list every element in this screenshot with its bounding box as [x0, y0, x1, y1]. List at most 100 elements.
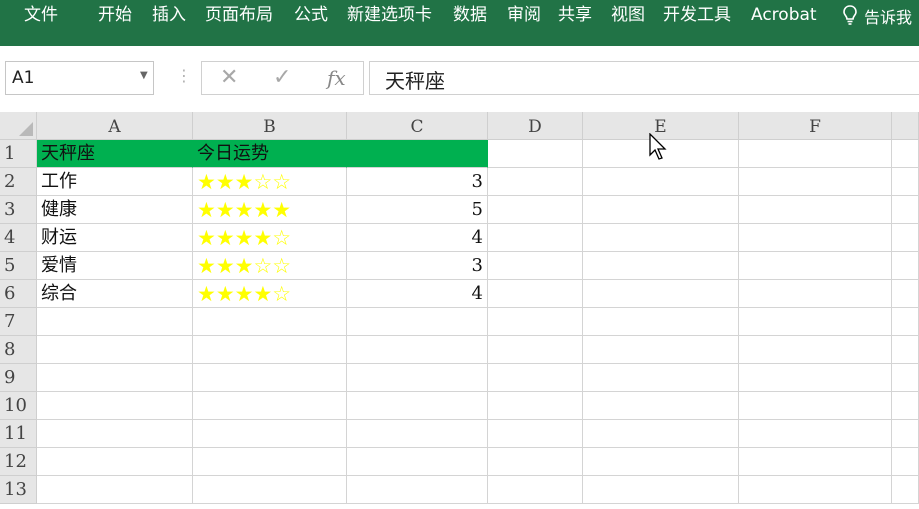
grid-cell[interactable] [892, 196, 919, 224]
grid-cell[interactable] [488, 308, 583, 336]
tab-view[interactable]: 视图 [611, 4, 645, 26]
grid-cell[interactable] [193, 392, 347, 420]
grid-cell[interactable] [37, 420, 193, 448]
grid-cell[interactable] [892, 252, 919, 280]
grid-cell[interactable] [892, 280, 919, 308]
grid-cell[interactable] [739, 476, 892, 504]
grid-cell[interactable] [739, 336, 892, 364]
grid-cell[interactable] [347, 420, 488, 448]
grid-cell[interactable] [37, 308, 193, 336]
grid-cell[interactable] [488, 476, 583, 504]
grid-cell[interactable] [739, 308, 892, 336]
grid-cell[interactable] [583, 280, 739, 308]
grid-cell[interactable] [892, 420, 919, 448]
grid-cell[interactable] [583, 420, 739, 448]
grid-cell[interactable] [583, 476, 739, 504]
cell-b3-stars[interactable]: ★★★★★ [193, 196, 347, 224]
cell-c6[interactable]: 4 [347, 280, 488, 308]
column-header-b[interactable]: B [193, 112, 347, 140]
grid-cell[interactable] [347, 140, 488, 168]
grid-cell[interactable] [892, 308, 919, 336]
tab-insert[interactable]: 插入 [152, 4, 186, 26]
grid-cell[interactable] [583, 448, 739, 476]
grid-cell[interactable] [892, 448, 919, 476]
cell-a5[interactable]: 爱情 [37, 252, 193, 280]
grid-cell[interactable] [37, 364, 193, 392]
tab-review[interactable]: 审阅 [507, 4, 541, 26]
grid-cell[interactable] [892, 140, 919, 168]
grid-cell[interactable] [193, 364, 347, 392]
grid-cell[interactable] [488, 392, 583, 420]
grid-cell[interactable] [583, 364, 739, 392]
grid-cell[interactable] [739, 140, 892, 168]
cancel-icon[interactable]: ✕ [220, 65, 238, 90]
grid-cell[interactable] [488, 140, 583, 168]
grid-cell[interactable] [488, 196, 583, 224]
row-header-7[interactable]: 7 [0, 308, 37, 336]
lightbulb-icon[interactable] [842, 4, 858, 26]
grid-cell[interactable] [347, 336, 488, 364]
cell-b6-stars[interactable]: ★★★★☆ [193, 280, 347, 308]
grid-cell[interactable] [739, 252, 892, 280]
cell-b2-stars[interactable]: ★★★☆☆ [193, 168, 347, 196]
grid-cell[interactable] [488, 224, 583, 252]
grid-cell[interactable] [583, 168, 739, 196]
grid-cell[interactable] [488, 336, 583, 364]
formula-input[interactable]: 天秤座 [369, 61, 919, 95]
row-header-13[interactable]: 13 [0, 476, 37, 504]
name-box[interactable]: A1 ▼ [5, 61, 154, 95]
grid-cell[interactable] [193, 420, 347, 448]
tab-page-layout[interactable]: 页面布局 [205, 4, 273, 26]
grid-cell[interactable] [583, 336, 739, 364]
grid-cell[interactable] [37, 392, 193, 420]
row-header-4[interactable]: 4 [0, 224, 37, 252]
grid-cell[interactable] [488, 252, 583, 280]
cell-a1[interactable]: 天秤座 [37, 140, 193, 168]
grid-cell[interactable] [892, 168, 919, 196]
grid-cell[interactable] [583, 392, 739, 420]
column-header-g[interactable] [892, 112, 919, 140]
grid-cell[interactable] [37, 448, 193, 476]
grid-cell[interactable] [739, 392, 892, 420]
chevron-down-icon[interactable]: ▼ [140, 70, 148, 81]
row-header-12[interactable]: 12 [0, 448, 37, 476]
cell-c4[interactable]: 4 [347, 224, 488, 252]
row-header-9[interactable]: 9 [0, 364, 37, 392]
column-header-a[interactable]: A [37, 112, 193, 140]
row-header-10[interactable]: 10 [0, 392, 37, 420]
row-header-6[interactable]: 6 [0, 280, 37, 308]
grid-cell[interactable] [583, 252, 739, 280]
select-all-corner[interactable] [0, 112, 37, 140]
grid-cell[interactable] [583, 308, 739, 336]
tab-new-tab[interactable]: 新建选项卡 [347, 4, 432, 26]
tab-developer[interactable]: 开发工具 [663, 4, 731, 26]
grid-cell[interactable] [193, 336, 347, 364]
grid-cell[interactable] [892, 336, 919, 364]
row-header-8[interactable]: 8 [0, 336, 37, 364]
tab-home[interactable]: 开始 [98, 4, 132, 26]
grid-cell[interactable] [488, 280, 583, 308]
tab-formulas[interactable]: 公式 [294, 4, 328, 26]
grid-cell[interactable] [37, 476, 193, 504]
grid-cell[interactable] [347, 364, 488, 392]
row-header-3[interactable]: 3 [0, 196, 37, 224]
tell-me-search[interactable]: 告诉我 [864, 7, 912, 29]
grid-cell[interactable] [739, 364, 892, 392]
cell-c3[interactable]: 5 [347, 196, 488, 224]
grid-cell[interactable] [739, 196, 892, 224]
cell-a3[interactable]: 健康 [37, 196, 193, 224]
grid-cell[interactable] [739, 168, 892, 196]
insert-function-icon[interactable]: fx [327, 66, 346, 90]
grid-cell[interactable] [488, 448, 583, 476]
grid-cell[interactable] [892, 392, 919, 420]
grid-cell[interactable] [193, 476, 347, 504]
enter-check-icon[interactable]: ✓ [273, 65, 291, 90]
cell-a2[interactable]: 工作 [37, 168, 193, 196]
cell-c2[interactable]: 3 [347, 168, 488, 196]
row-header-11[interactable]: 11 [0, 420, 37, 448]
cell-c5[interactable]: 3 [347, 252, 488, 280]
grid-cell[interactable] [892, 364, 919, 392]
cell-b1[interactable]: 今日运势 [193, 140, 347, 168]
cell-a4[interactable]: 财运 [37, 224, 193, 252]
column-header-f[interactable]: F [739, 112, 892, 140]
